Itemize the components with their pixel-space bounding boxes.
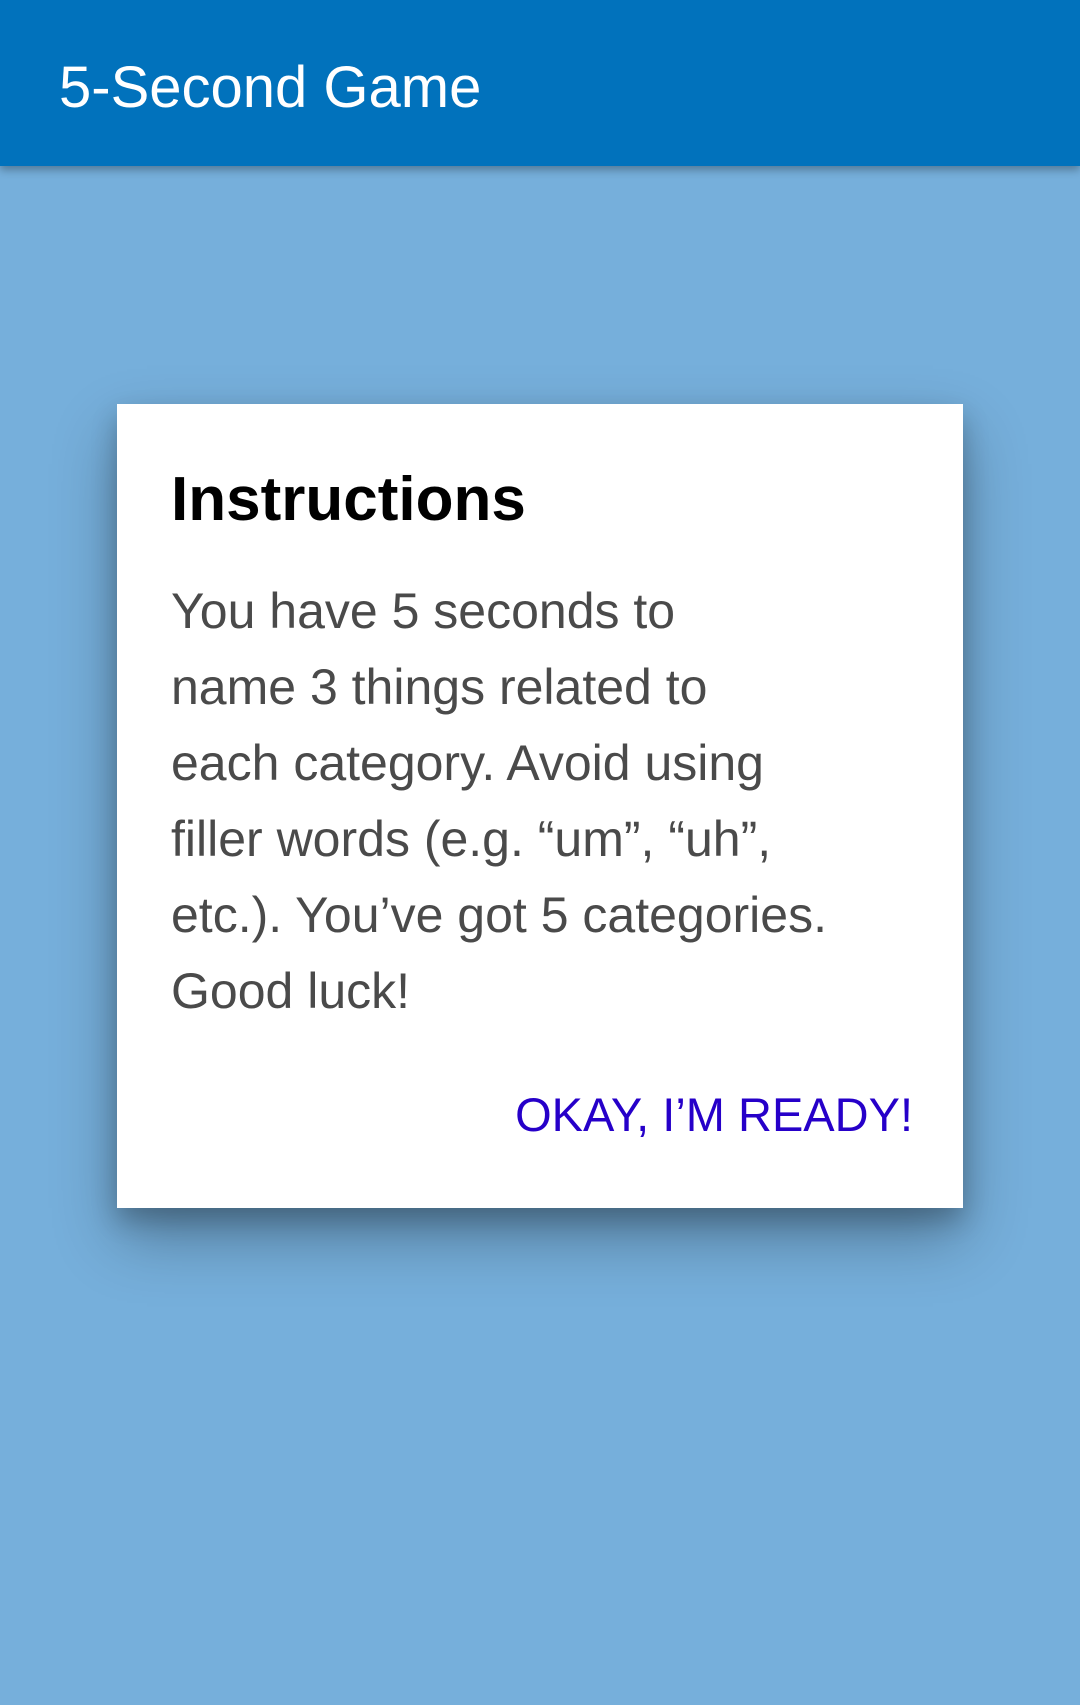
app-title: 5-Second Game <box>59 55 482 120</box>
screen-background: 5-Second Game Instructions You have 5 se… <box>0 0 1080 1705</box>
dialog-body-line: Good luck! <box>171 963 411 1019</box>
okay-ready-button[interactable]: OKAY, I’M READY! <box>515 1087 913 1143</box>
dialog-actions: OKAY, I’M READY! <box>515 1087 913 1143</box>
app-bar: 5-Second Game <box>0 0 1080 166</box>
instructions-dialog: Instructions You have 5 seconds to name … <box>117 404 963 1208</box>
dialog-body-line: You have 5 seconds to <box>171 583 676 639</box>
dialog-title: Instructions <box>171 465 526 534</box>
dialog-body-line: etc.). You’ve got 5 categories. <box>171 887 827 943</box>
dialog-body: You have 5 seconds to name 3 things rela… <box>171 573 951 1029</box>
dialog-body-line: filler words (e.g. “um”, “uh”, <box>171 811 772 867</box>
dialog-body-line: each category. Avoid using <box>171 735 764 791</box>
dialog-body-line: name 3 things related to <box>171 659 708 715</box>
